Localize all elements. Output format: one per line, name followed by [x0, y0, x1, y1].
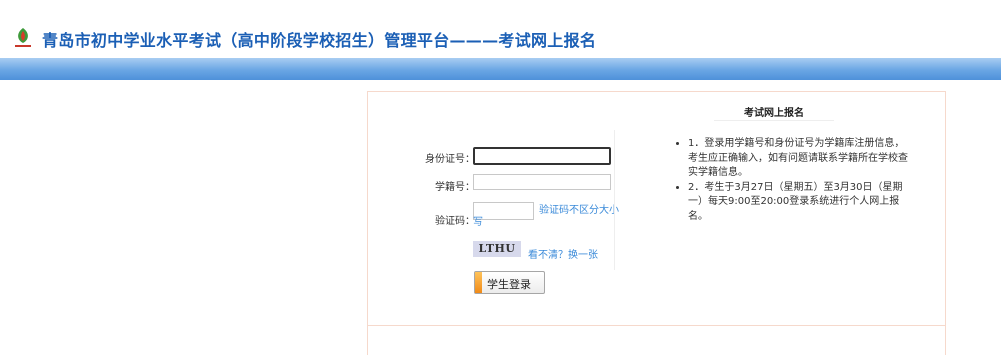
notice-item: 1．登录用学籍号和身份证号为学籍库注册信息，考生应正确输入，如有问题请联系学籍所…: [688, 137, 908, 181]
student-number-input[interactable]: [473, 174, 611, 190]
student-number-label: 学籍号：: [435, 182, 475, 193]
notice-list: 1．登录用学籍号和身份证号为学籍库注册信息，考生应正确输入，如有问题请联系学籍所…: [676, 137, 908, 224]
notice-item: 2．考生于3月27日（星期五）至3月30日（星期一）每天9:00至20:00登录…: [688, 181, 908, 225]
site-title: 青岛市初中学业水平考试（高中阶段学校招生）管理平台———考试网上报名: [42, 31, 597, 50]
header-band: [0, 58, 1001, 80]
id-number-label: 身份证号：: [425, 154, 475, 165]
page-header: 青岛市初中学业水平考试（高中阶段学校招生）管理平台———考试网上报名: [0, 0, 1001, 58]
captcha-image[interactable]: LTHU: [473, 241, 521, 257]
notice-title: 考试网上报名: [744, 108, 804, 119]
id-number-input[interactable]: [473, 147, 611, 165]
notice-title-underline: [714, 120, 834, 121]
leaf-logo-icon: [15, 28, 31, 47]
captcha-label: 验证码：: [435, 216, 475, 227]
captcha-hint: 验证码不区分大小写: [473, 205, 619, 228]
student-login-button[interactable]: 学生登录: [474, 271, 545, 294]
student-login-label: 学生登录: [487, 279, 531, 291]
refresh-captcha-link[interactable]: 看不清？换一张: [528, 246, 598, 261]
button-accent: [475, 272, 482, 293]
panel-divider: [368, 325, 945, 326]
column-separator: [614, 130, 615, 270]
login-panel: 身份证号： 学籍号： 验证码： 验证码不区分大小写 LTHU 看不清？换一张 学…: [367, 91, 946, 355]
